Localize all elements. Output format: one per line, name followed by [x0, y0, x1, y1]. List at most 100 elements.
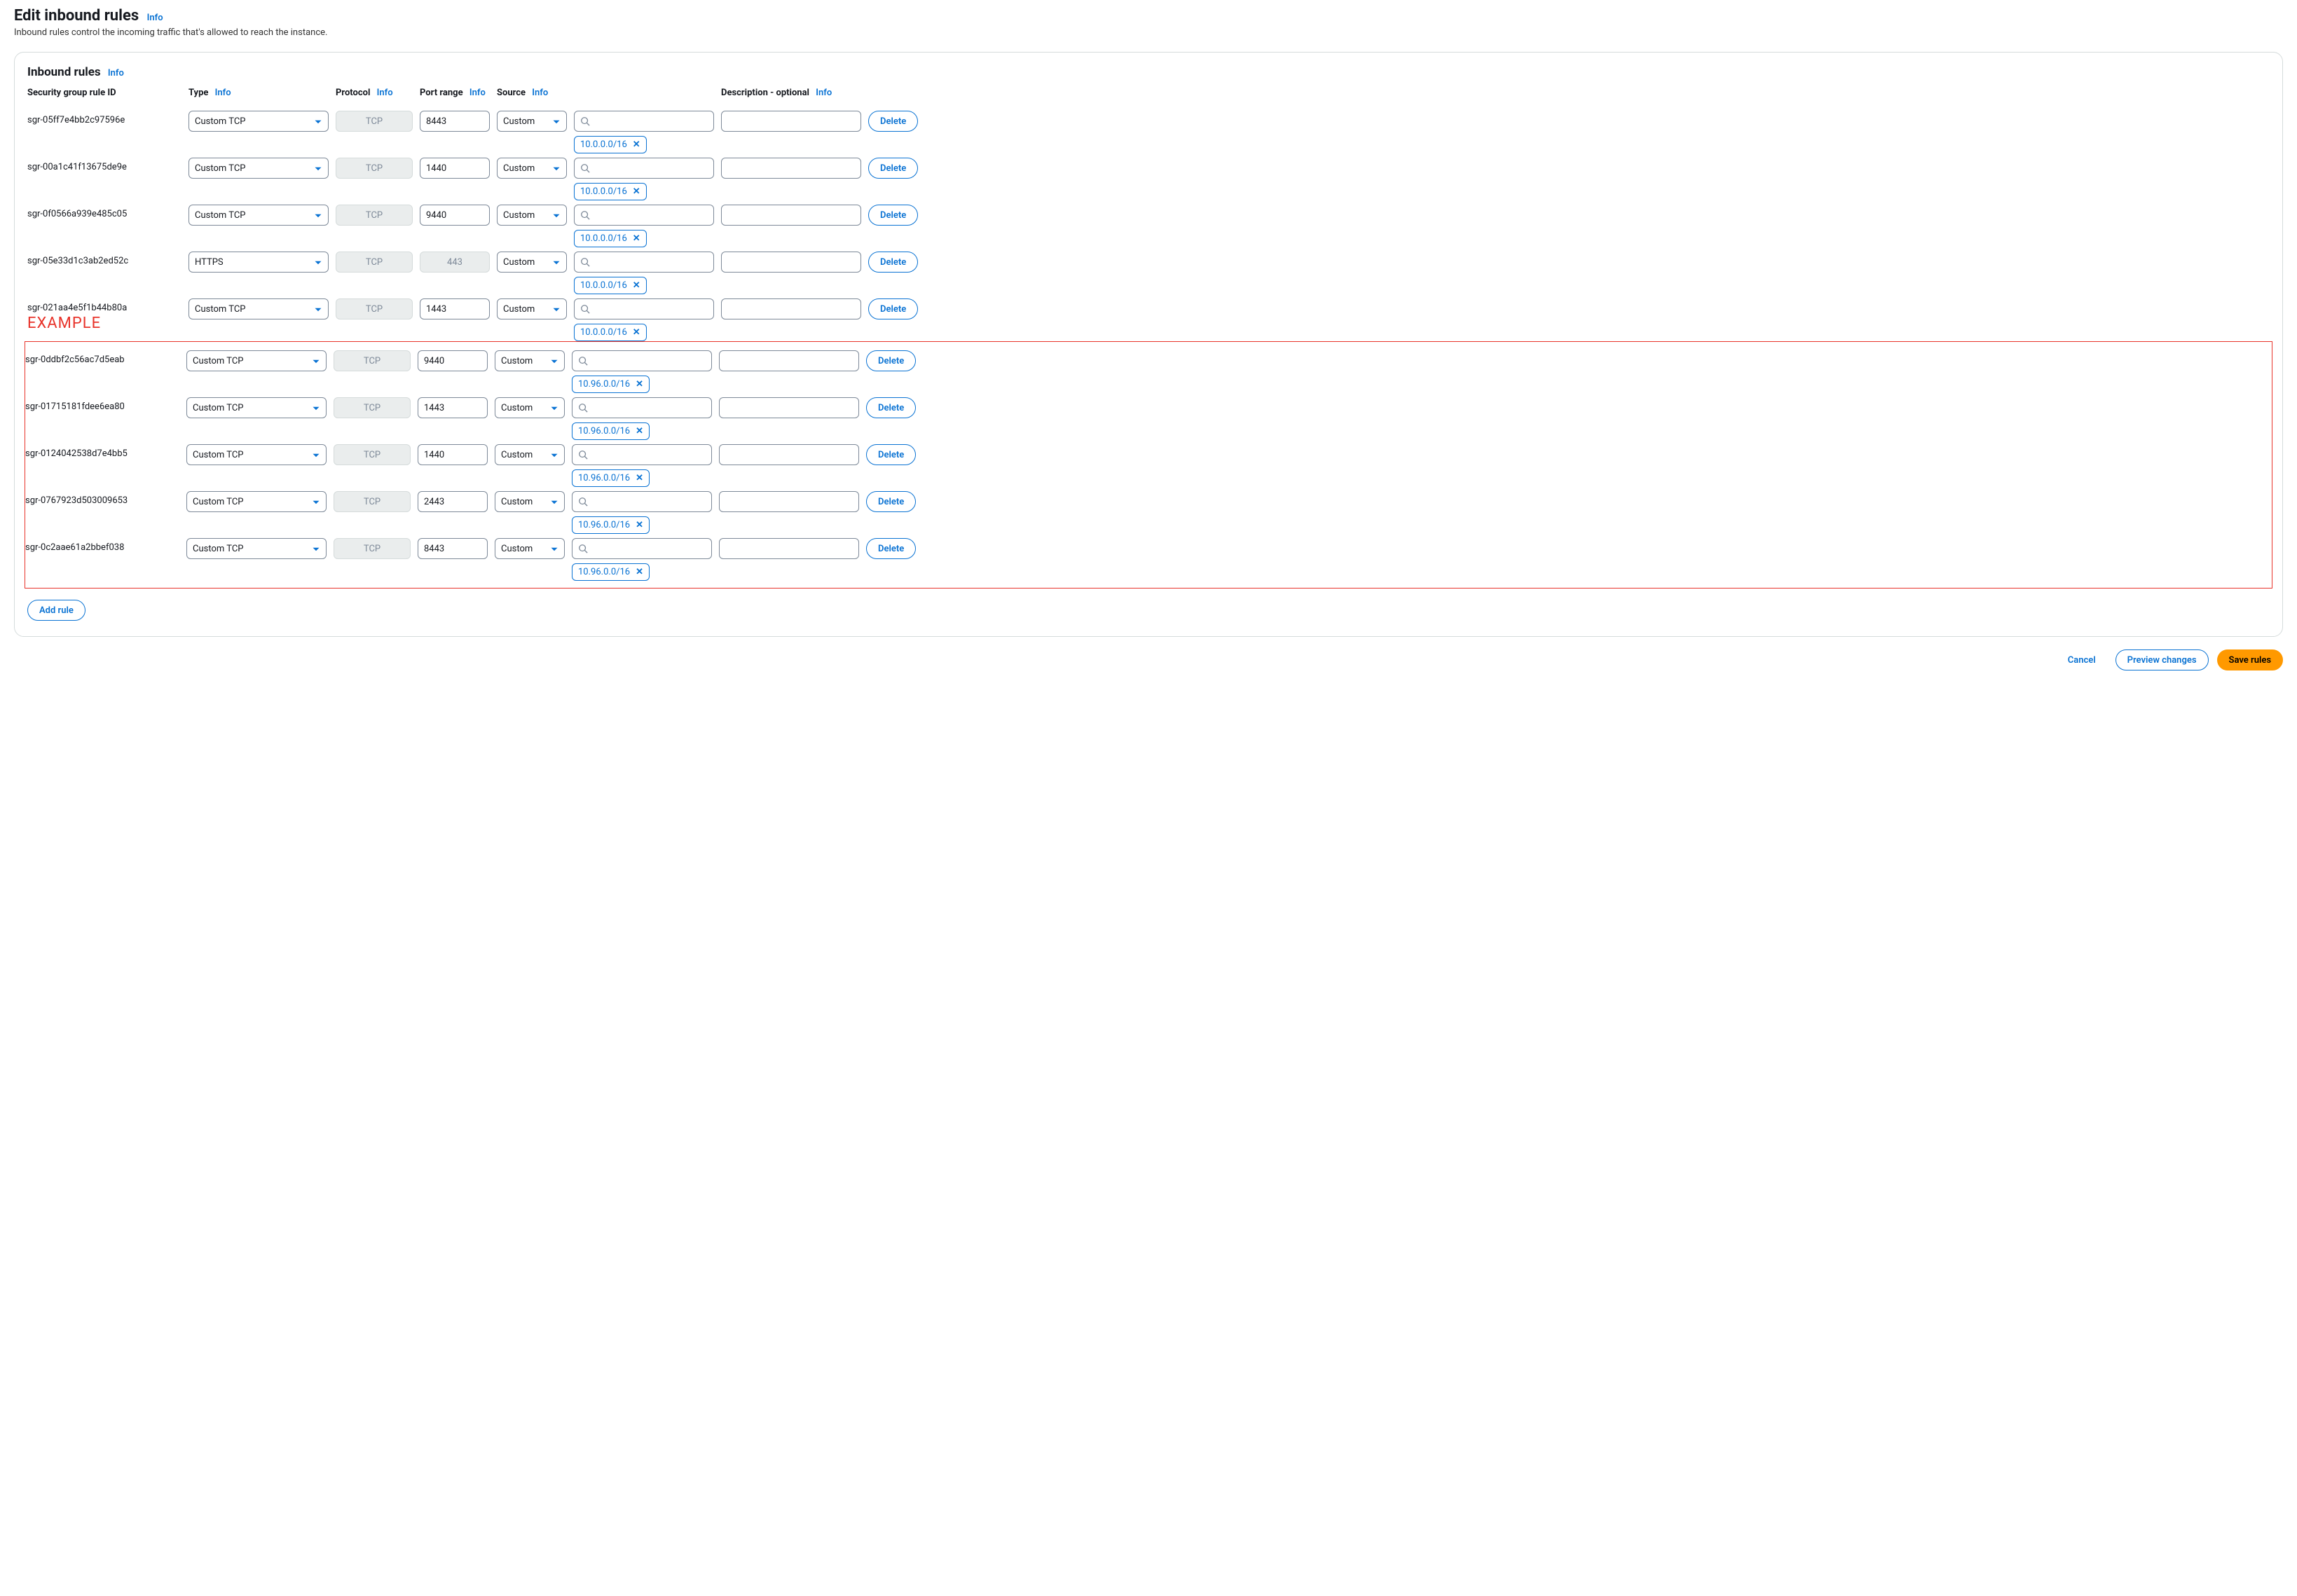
source-cidr-cell: 10.0.0.0/16✕ [574, 111, 714, 153]
port-field[interactable]: 1440 [418, 444, 488, 465]
description-input[interactable] [719, 444, 859, 465]
port-field[interactable]: 9440 [420, 205, 490, 226]
remove-cidr-icon[interactable]: ✕ [636, 426, 643, 436]
type-select[interactable]: Custom TCP [188, 298, 329, 319]
source-select[interactable]: Custom [495, 397, 565, 418]
description-input[interactable] [721, 298, 861, 319]
remove-cidr-icon[interactable]: ✕ [633, 186, 640, 197]
description-input[interactable] [721, 205, 861, 226]
description-input[interactable] [719, 350, 859, 371]
description-input[interactable] [719, 397, 859, 418]
port-field[interactable]: 8443 [418, 538, 488, 559]
source-search-input[interactable] [574, 298, 714, 319]
source-search-input[interactable] [574, 111, 714, 132]
description-input[interactable] [719, 538, 859, 559]
type-select[interactable]: HTTPS [188, 252, 329, 273]
source-select[interactable]: Custom [495, 538, 565, 559]
source-cidr-cell: 10.96.0.0/16✕ [572, 491, 712, 534]
footer-actions: Cancel Preview changes Save rules [14, 649, 2283, 670]
source-search-input[interactable] [572, 397, 712, 418]
source-select[interactable]: Custom [495, 350, 565, 371]
source-search-input[interactable] [572, 538, 712, 559]
source-select[interactable]: Custom [495, 444, 565, 465]
type-select[interactable]: Custom TCP [186, 350, 327, 371]
save-rules-button[interactable]: Save rules [2217, 649, 2283, 670]
rule-row: sgr-0f0566a939e485c05Custom TCPTCP9440Cu… [27, 200, 2270, 247]
delete-rule-button[interactable]: Delete [866, 538, 916, 559]
rule-row: sgr-05e33d1c3ab2ed52cHTTPSTCP443Custom10… [27, 247, 2270, 294]
rule-row: sgr-0c2aae61a2bbef038Custom TCPTCP8443Cu… [25, 534, 2272, 581]
preview-changes-button[interactable]: Preview changes [2116, 649, 2209, 670]
type-select[interactable]: Custom TCP [186, 397, 327, 418]
source-select[interactable]: Custom [497, 298, 567, 319]
description-input[interactable] [719, 491, 859, 512]
col-protocol-info[interactable]: Info [377, 88, 393, 98]
source-search-input[interactable] [572, 491, 712, 512]
remove-cidr-icon[interactable]: ✕ [636, 567, 643, 577]
page-title-info-link[interactable]: Info [147, 13, 163, 23]
description-input[interactable] [721, 252, 861, 273]
remove-cidr-icon[interactable]: ✕ [633, 139, 640, 150]
port-field[interactable]: 1440 [420, 158, 490, 179]
panel-info-link[interactable]: Info [108, 68, 124, 78]
source-cidr-cell: 10.0.0.0/16 ✕ [574, 252, 714, 294]
column-headers: Security group rule ID Type Info Protoco… [27, 88, 2270, 98]
col-port-info[interactable]: Info [469, 88, 486, 98]
description-input[interactable] [721, 111, 861, 132]
delete-rule-button[interactable]: Delete [868, 158, 918, 179]
remove-cidr-icon[interactable]: ✕ [636, 520, 643, 530]
rule-sgid: sgr-0767923d503009653 [25, 491, 179, 506]
remove-cidr-icon[interactable]: ✕ [633, 233, 640, 244]
delete-rule-button[interactable]: Delete [866, 350, 916, 371]
source-select[interactable]: Custom [497, 158, 567, 179]
source-search-input[interactable] [574, 205, 714, 226]
port-field[interactable]: 1443 [420, 298, 490, 319]
protocol-field: TCP [336, 158, 413, 179]
delete-rule-button[interactable]: Delete [866, 444, 916, 465]
delete-rule-button[interactable]: Delete [866, 397, 916, 418]
remove-cidr-icon[interactable]: ✕ [636, 473, 643, 483]
delete-rule-button[interactable]: Delete [866, 491, 916, 512]
col-description-info[interactable]: Info [816, 88, 832, 98]
type-select[interactable]: Custom TCP [188, 158, 329, 179]
source-cidr-cell: 10.96.0.0/16✕ [572, 444, 712, 487]
protocol-field: TCP [336, 252, 413, 273]
chevron-down-icon [552, 165, 561, 176]
remove-cidr-icon[interactable]: ✕ [633, 280, 640, 291]
source-select[interactable]: Custom [497, 205, 567, 226]
source-search-input[interactable] [574, 252, 714, 273]
col-source-info[interactable]: Info [532, 88, 548, 98]
source-select[interactable]: Custom [497, 252, 567, 273]
add-rule-button[interactable]: Add rule [27, 600, 85, 621]
cancel-button[interactable]: Cancel [2057, 649, 2107, 670]
type-select[interactable]: Custom TCP [186, 491, 327, 512]
delete-rule-button[interactable]: Delete [868, 205, 918, 226]
delete-rule-button[interactable]: Delete [868, 252, 918, 273]
chevron-down-icon [314, 118, 322, 129]
port-field[interactable]: 9440 [418, 350, 488, 371]
cidr-tag: 10.96.0.0/16✕ [572, 469, 650, 487]
port-field[interactable]: 1443 [418, 397, 488, 418]
col-type-info[interactable]: Info [215, 88, 231, 98]
description-input[interactable] [721, 158, 861, 179]
remove-cidr-icon[interactable]: ✕ [636, 379, 643, 390]
search-icon [578, 403, 588, 413]
search-icon [580, 304, 590, 314]
type-select[interactable]: Custom TCP [188, 111, 329, 132]
type-select[interactable]: Custom TCP [188, 205, 329, 226]
col-type: Type Info [188, 88, 329, 98]
source-search-input[interactable] [574, 158, 714, 179]
delete-rule-button[interactable]: Delete [868, 111, 918, 132]
cidr-value: 10.0.0.0/16 [580, 280, 627, 291]
port-field[interactable]: 8443 [420, 111, 490, 132]
type-select[interactable]: Custom TCP [186, 538, 327, 559]
port-field[interactable]: 2443 [418, 491, 488, 512]
chevron-down-icon [550, 498, 558, 509]
source-search-input[interactable] [572, 350, 712, 371]
source-select[interactable]: Custom [495, 491, 565, 512]
delete-rule-button[interactable]: Delete [868, 298, 918, 319]
source-search-input[interactable] [572, 444, 712, 465]
remove-cidr-icon[interactable]: ✕ [633, 327, 640, 338]
type-select[interactable]: Custom TCP [186, 444, 327, 465]
source-select[interactable]: Custom [497, 111, 567, 132]
